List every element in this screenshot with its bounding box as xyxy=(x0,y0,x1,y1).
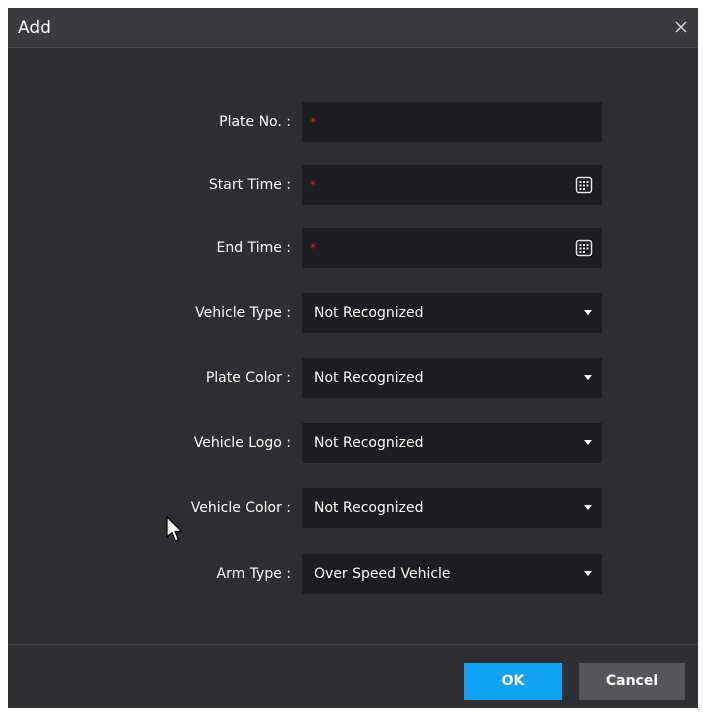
vehicle-type-value: Not Recognized xyxy=(314,305,424,321)
vehicle-color-row: Vehicle Color : Not Recognized xyxy=(8,488,698,528)
arm-type-value: Over Speed Vehicle xyxy=(314,566,451,582)
ok-button[interactable]: OK xyxy=(464,663,562,700)
chevron-down-icon xyxy=(584,375,592,380)
vehicle-color-value: Not Recognized xyxy=(314,500,424,516)
vehicle-logo-value: Not Recognized xyxy=(314,435,424,451)
start-time-row: Start Time : * xyxy=(8,165,698,205)
start-time-input[interactable]: * xyxy=(302,165,602,205)
vehicle-type-row: Vehicle Type : Not Recognized xyxy=(8,293,698,333)
start-time-label: Start Time : xyxy=(208,177,291,193)
end-time-label: End Time : xyxy=(216,240,291,256)
required-marker: * xyxy=(310,241,316,255)
plate-color-value: Not Recognized xyxy=(314,370,424,386)
chevron-down-icon xyxy=(584,310,592,315)
arm-type-row: Arm Type : Over Speed Vehicle xyxy=(8,554,698,594)
dialog-title-bar: Add xyxy=(8,8,698,48)
plate-no-input[interactable]: * xyxy=(302,102,602,142)
dialog-title: Add xyxy=(18,18,51,38)
plate-color-label: Plate Color : xyxy=(205,370,291,386)
vehicle-color-label: Vehicle Color : xyxy=(190,500,291,516)
plate-no-row: Plate No. : * xyxy=(8,102,698,142)
plate-no-label: Plate No. : xyxy=(219,114,291,130)
chevron-down-icon xyxy=(584,505,592,510)
close-icon xyxy=(675,21,687,33)
vehicle-logo-label: Vehicle Logo : xyxy=(193,435,291,451)
vehicle-logo-row: Vehicle Logo : Not Recognized xyxy=(8,423,698,463)
required-marker: * xyxy=(310,178,316,192)
close-button[interactable] xyxy=(670,16,692,38)
plate-color-row: Plate Color : Not Recognized xyxy=(8,358,698,398)
arm-type-select[interactable]: Over Speed Vehicle xyxy=(302,554,602,594)
arm-type-label: Arm Type : xyxy=(216,566,292,582)
plate-color-select[interactable]: Not Recognized xyxy=(302,358,602,398)
add-dialog: Add Plate No. : * Start Time : * End Tim… xyxy=(8,8,698,708)
calendar-icon[interactable] xyxy=(575,239,593,257)
end-time-row: End Time : * xyxy=(8,228,698,268)
footer-divider xyxy=(8,644,698,645)
vehicle-type-label: Vehicle Type : xyxy=(195,305,291,321)
vehicle-color-select[interactable]: Not Recognized xyxy=(302,488,602,528)
end-time-input[interactable]: * xyxy=(302,228,602,268)
cancel-button[interactable]: Cancel xyxy=(579,663,685,700)
chevron-down-icon xyxy=(584,571,592,576)
calendar-icon[interactable] xyxy=(575,176,593,194)
chevron-down-icon xyxy=(584,440,592,445)
vehicle-type-select[interactable]: Not Recognized xyxy=(302,293,602,333)
mouse-pointer-icon xyxy=(166,516,183,542)
vehicle-logo-select[interactable]: Not Recognized xyxy=(302,423,602,463)
required-marker: * xyxy=(310,115,316,129)
